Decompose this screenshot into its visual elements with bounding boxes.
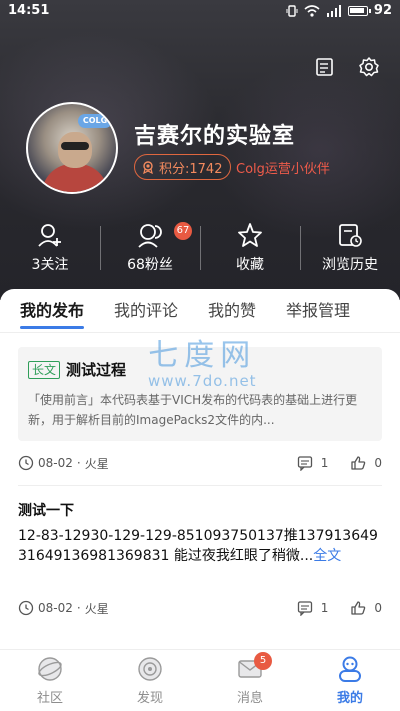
post-item[interactable]: 测试一下 12-83-12930-129-129-851093750137推13… (0, 500, 400, 630)
stat-favorites[interactable]: 收藏 (200, 218, 300, 278)
medal-icon (143, 161, 153, 174)
status-bar: 14:51 92 (0, 0, 400, 24)
nav-discover[interactable]: 发现 (100, 650, 200, 711)
thumbs-up-icon (351, 456, 366, 470)
tab-my-likes[interactable]: 我的赞 (208, 289, 256, 333)
like-button[interactable]: 0 (350, 600, 382, 616)
community-icon (38, 657, 62, 681)
stat-fans[interactable]: 68粉丝 67 (100, 218, 200, 278)
nav-profile[interactable]: 我的 (300, 650, 400, 711)
avatar-colg-tag: COLG (78, 114, 112, 128)
stat-following[interactable]: 3关注 (0, 218, 100, 278)
points-badge[interactable]: 积分:1742 (134, 154, 232, 180)
post-title: 测试一下 (18, 503, 74, 519)
post-meta-right: 1 0 (297, 600, 382, 616)
battery-level: 92 (373, 3, 392, 18)
profile-icon (339, 656, 361, 682)
wifi-icon (304, 4, 320, 17)
battery-icon (347, 5, 371, 16)
tab-report-management[interactable]: 举报管理 (286, 289, 350, 333)
nav-community[interactable]: 社区 (0, 650, 100, 711)
fans-badge: 67 (174, 222, 192, 240)
gear-icon (359, 57, 379, 77)
points-label: 积分:1742 (159, 161, 223, 177)
stat-history[interactable]: 浏览历史 (300, 218, 400, 278)
discover-icon (138, 657, 162, 681)
status-time: 14:51 (8, 3, 50, 18)
status-icons: 92 (286, 3, 392, 18)
vibrate-icon (286, 4, 298, 17)
tab-my-comments[interactable]: 我的评论 (114, 289, 178, 333)
comment-button[interactable]: 1 (297, 455, 329, 471)
profile-stats: 3关注 68粉丝 67 收藏 浏览历史 (0, 218, 400, 278)
long-article-tag: 长文 (28, 360, 61, 379)
messages-badge: 5 (254, 652, 272, 670)
bottom-navigation: 社区 发现 消息 5 我的 (0, 649, 400, 711)
stat-following-label: 3关注 (31, 257, 69, 273)
comment-button[interactable]: 1 (297, 600, 329, 616)
comment-icon (297, 601, 312, 616)
nav-discover-label: 发现 (136, 691, 163, 706)
post-body: 12-83-12930-129-129-851093750137推1379136… (18, 526, 382, 586)
clock-icon (18, 455, 34, 471)
fans-icon (138, 224, 162, 248)
watermark-title: 七度网 (148, 338, 257, 373)
watermark: 七度网 www.7do.net (148, 330, 257, 390)
history-icon (339, 224, 362, 247)
add-user-icon (38, 224, 61, 247)
post-excerpt: 「使用前言」本代码表基于VICH发布的代码表的基础上进行更新，用于解析目前的Im… (28, 393, 358, 427)
nav-messages-label: 消息 (236, 691, 263, 706)
nav-community-label: 社区 (36, 691, 63, 706)
note-edit-icon (316, 58, 333, 76)
post-meta-left: 08-02 · 火星 (18, 600, 109, 617)
post-meta-right: 1 0 (297, 455, 382, 471)
content-tabs: 我的发布 我的评论 我的赞 举报管理 (0, 289, 400, 333)
comment-icon (297, 456, 312, 471)
stat-favorites-label: 收藏 (236, 257, 264, 273)
comment-count: 1 (320, 456, 329, 470)
edit-profile-button[interactable] (314, 56, 336, 78)
post-meta: 08-02 · 火星 1 0 (18, 441, 382, 485)
post-board[interactable]: 火星 (85, 455, 109, 472)
star-icon (238, 223, 262, 247)
stat-fans-label: 68粉丝 (127, 257, 173, 273)
post-date: 08-02 (38, 456, 73, 470)
meta-separator: · (76, 456, 81, 470)
avatar-coat (42, 164, 108, 192)
post-divider (18, 485, 382, 486)
like-count: 0 (374, 601, 382, 615)
read-more-link[interactable]: 全文 (313, 548, 341, 564)
thumbs-up-icon (351, 601, 366, 615)
meta-separator: · (76, 601, 81, 615)
profile-username: 吉赛尔的实验室 (134, 124, 296, 149)
nav-messages[interactable]: 消息 5 (200, 650, 300, 711)
like-count: 0 (374, 456, 382, 470)
post-board[interactable]: 火星 (85, 600, 109, 617)
tab-my-posts[interactable]: 我的发布 (20, 289, 85, 333)
avatar-face (58, 132, 92, 168)
comment-count: 1 (320, 601, 329, 615)
signal-icon (326, 4, 341, 17)
like-button[interactable]: 0 (350, 455, 382, 471)
post-title: 测试过程 (66, 361, 127, 379)
role-label: Colg运营小伙伴 (236, 162, 330, 177)
avatar[interactable]: COLG (26, 102, 118, 194)
post-date: 08-02 (38, 601, 73, 615)
avatar-glasses (61, 142, 89, 150)
stat-history-label: 浏览历史 (322, 257, 378, 273)
watermark-url: www.7do.net (148, 372, 257, 390)
settings-button[interactable] (358, 56, 380, 78)
post-meta-left: 08-02 · 火星 (18, 455, 109, 472)
header-actions (314, 56, 380, 78)
clock-icon (18, 600, 34, 616)
nav-profile-label: 我的 (336, 691, 363, 706)
post-meta: 08-02 · 火星 1 0 (18, 586, 382, 630)
